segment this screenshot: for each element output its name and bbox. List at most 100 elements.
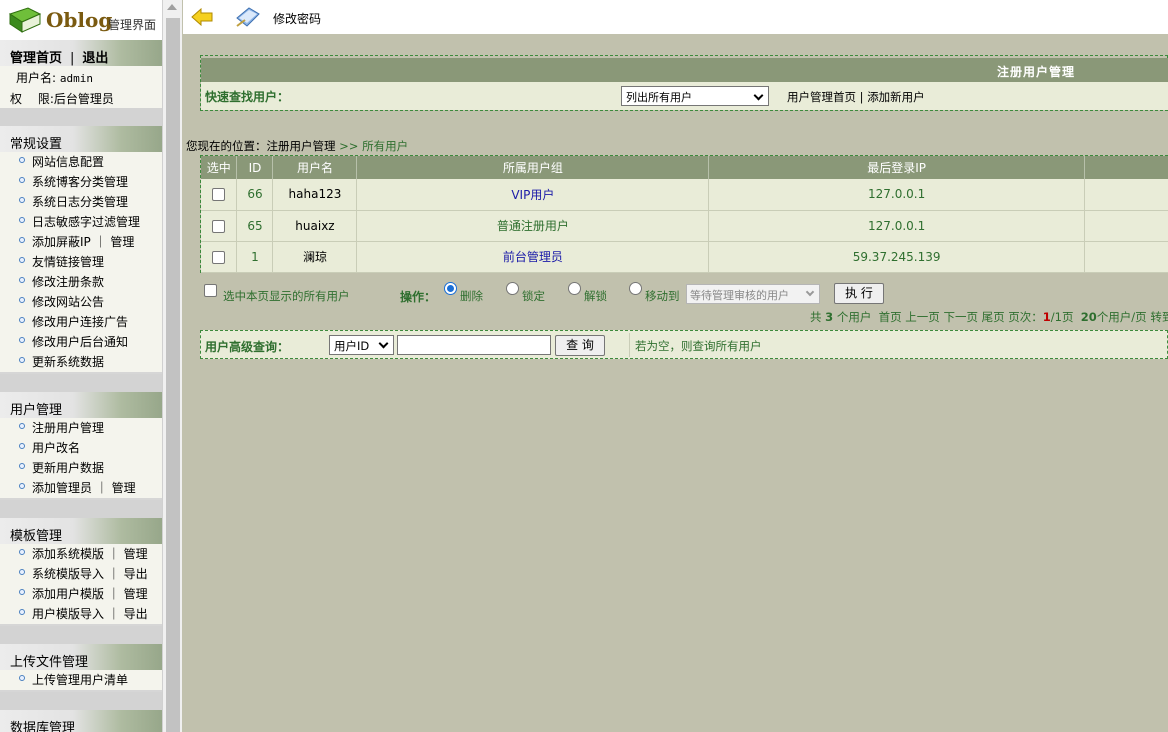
row-select-cell: [201, 179, 238, 211]
sidebar-item-label: 用户模版导入 ｜ 导出: [32, 607, 148, 621]
sidebar-item[interactable]: 系统日志分类管理: [0, 192, 162, 212]
sidebar-item[interactable]: 用户改名: [0, 438, 162, 458]
operations-label: 操作：: [400, 290, 437, 304]
table-row: 65 huaixz 普通注册用户 127.0.0.1: [201, 210, 1168, 242]
quick-find-select-value: 列出所有用户: [626, 91, 692, 104]
user-name: huaixz: [272, 210, 358, 242]
next-page-link[interactable]: 下一页: [943, 310, 978, 324]
sidebar-item[interactable]: 系统博客分类管理: [0, 172, 162, 192]
row-checkbox[interactable]: [212, 250, 226, 264]
sidebar-item[interactable]: 添加管理员 ｜ 管理: [0, 478, 162, 498]
last-page-link[interactable]: 尾页: [982, 310, 1005, 324]
sidebar-item[interactable]: 修改网站公告: [0, 292, 162, 312]
sidebar-item[interactable]: 添加用户模版 ｜ 管理: [0, 584, 162, 604]
table-header-row: 选中 ID 用户名 所属用户组 最后登录IP: [201, 156, 1168, 179]
user-admin-home-link[interactable]: 用户管理首页: [787, 90, 856, 104]
breadcrumb-separator: >>: [335, 139, 363, 153]
sidebar-item[interactable]: 修改用户连接广告: [0, 312, 162, 332]
section-header-general[interactable]: 常规设置: [0, 126, 162, 152]
change-password-link[interactable]: 修改密码: [273, 10, 321, 27]
sidebar-item-label: 添加系统模版 ｜ 管理: [32, 547, 148, 561]
user-group-link[interactable]: VIP用户: [356, 179, 710, 211]
section-general: 网站信息配置 系统博客分类管理 系统日志分类管理 日志敏感字过滤管理 添加屏蔽I…: [0, 152, 162, 372]
prev-page-link[interactable]: 上一页: [905, 310, 940, 324]
sidebar-item[interactable]: 修改用户后台通知: [0, 332, 162, 352]
scrollbar-thumb[interactable]: [166, 18, 180, 732]
sidebar-gap: [0, 500, 162, 518]
first-page-link[interactable]: 首页: [879, 310, 902, 324]
bullet-icon: [19, 297, 25, 303]
quick-find-select[interactable]: 列出所有用户: [621, 86, 769, 106]
query-button[interactable]: 查 询: [555, 335, 605, 356]
section-header-database[interactable]: 数据库管理: [0, 710, 162, 732]
sidebar-item-label: 添加管理员 ｜ 管理: [32, 481, 136, 495]
user-group-link[interactable]: 前台管理员: [356, 241, 710, 273]
total-prefix: 共: [810, 310, 826, 324]
breadcrumb: 您现在的位置：注册用户管理 >> 所有用户: [186, 138, 408, 154]
sidebar-item[interactable]: 用户模版导入 ｜ 导出: [0, 604, 162, 624]
radio-delete[interactable]: [444, 282, 457, 295]
total-suffix: 个用户: [833, 310, 872, 324]
radio-lock[interactable]: [506, 282, 519, 295]
bullet-icon: [19, 217, 25, 223]
radio-delete-label: 删除: [460, 289, 483, 303]
user-id: 1: [236, 241, 274, 273]
sidebar-gap: [0, 374, 162, 392]
radio-move-label: 移动到: [645, 289, 680, 303]
section-users: 注册用户管理 用户改名 更新用户数据 添加管理员 ｜ 管理: [0, 418, 162, 498]
user-table-wrap: 选中 ID 用户名 所属用户组 最后登录IP 66 haha123 VIP用户 …: [201, 156, 1168, 274]
sidebar-item[interactable]: 系统模版导入 ｜ 导出: [0, 564, 162, 584]
quick-find-panel: 注册用户管理 快速查找用户： 列出所有用户 用户管理首页 | 添加新用户: [200, 55, 1168, 111]
bullet-icon: [19, 237, 25, 243]
search-input[interactable]: [397, 335, 551, 355]
sidebar-item-label: 更新系统数据: [32, 355, 105, 369]
logo-subtitle: 管理界面: [108, 18, 157, 32]
sidebar-item[interactable]: 上传管理用户清单: [0, 670, 162, 690]
username-value: admin: [59, 72, 93, 85]
user-group-link[interactable]: 普通注册用户: [356, 210, 710, 242]
operations-row: 选中本页显示的所有用户 操作： 删除 锁定 解锁 移动到 等待管理审核的用户 执…: [200, 282, 1168, 306]
bullet-icon: [19, 463, 25, 469]
add-user-link[interactable]: 添加新用户: [867, 90, 925, 104]
table-row: 66 haha123 VIP用户 127.0.0.1: [201, 179, 1168, 211]
sidebar-item[interactable]: 注册用户管理: [0, 418, 162, 438]
per-page-count: 20: [1080, 310, 1097, 324]
page-label: 页次：: [1008, 310, 1043, 324]
section-header-uploads[interactable]: 上传文件管理: [0, 644, 162, 670]
section-header-users[interactable]: 用户管理: [0, 392, 162, 418]
sidebar-item[interactable]: 添加屏蔽IP ｜ 管理: [0, 232, 162, 252]
sidebar-item-label: 系统模版导入 ｜ 导出: [32, 567, 148, 581]
username-label: 用户名:: [16, 71, 57, 85]
per-page-suffix: 个用户/页: [1096, 310, 1147, 324]
admin-home-link[interactable]: 管理首页: [10, 51, 62, 66]
move-target-select[interactable]: 等待管理审核的用户: [686, 284, 820, 304]
execute-button[interactable]: 执 行: [834, 283, 884, 304]
search-field-value: 用户ID: [334, 339, 370, 353]
breadcrumb-page: 所有用户: [362, 139, 409, 153]
logout-link[interactable]: 退出: [82, 51, 108, 66]
change-password-icon[interactable]: [233, 4, 263, 30]
sidebar-gap: [0, 626, 162, 644]
table-row: 1 澜琼 前台管理员 59.37.245.139: [201, 241, 1168, 273]
breadcrumb-current[interactable]: 注册用户管理: [267, 139, 336, 153]
row-checkbox[interactable]: [212, 188, 226, 202]
sidebar-item[interactable]: 添加系统模版 ｜ 管理: [0, 544, 162, 564]
scroll-up-arrow-icon[interactable]: [167, 4, 177, 10]
last-login-ip: 127.0.0.1: [708, 210, 1086, 242]
bullet-icon: [19, 589, 25, 595]
sidebar-item[interactable]: 修改注册条款: [0, 272, 162, 292]
user-table: 选中 ID 用户名 所属用户组 最后登录IP 66 haha123 VIP用户 …: [201, 156, 1168, 273]
sidebar-item[interactable]: 网站信息配置: [0, 152, 162, 172]
radio-move[interactable]: [629, 282, 642, 295]
search-field-select[interactable]: 用户ID: [329, 335, 394, 355]
sidebar-item[interactable]: 友情链接管理: [0, 252, 162, 272]
select-all-checkbox[interactable]: [204, 284, 217, 297]
sidebar-item[interactable]: 更新系统数据: [0, 352, 162, 372]
section-header-templates[interactable]: 模板管理: [0, 518, 162, 544]
row-checkbox[interactable]: [212, 219, 226, 233]
back-arrow-icon[interactable]: [191, 8, 213, 26]
sidebar-scrollbar[interactable]: [162, 0, 182, 732]
sidebar-item[interactable]: 更新用户数据: [0, 458, 162, 478]
radio-unlock[interactable]: [568, 282, 581, 295]
sidebar-item[interactable]: 日志敏感字过滤管理: [0, 212, 162, 232]
